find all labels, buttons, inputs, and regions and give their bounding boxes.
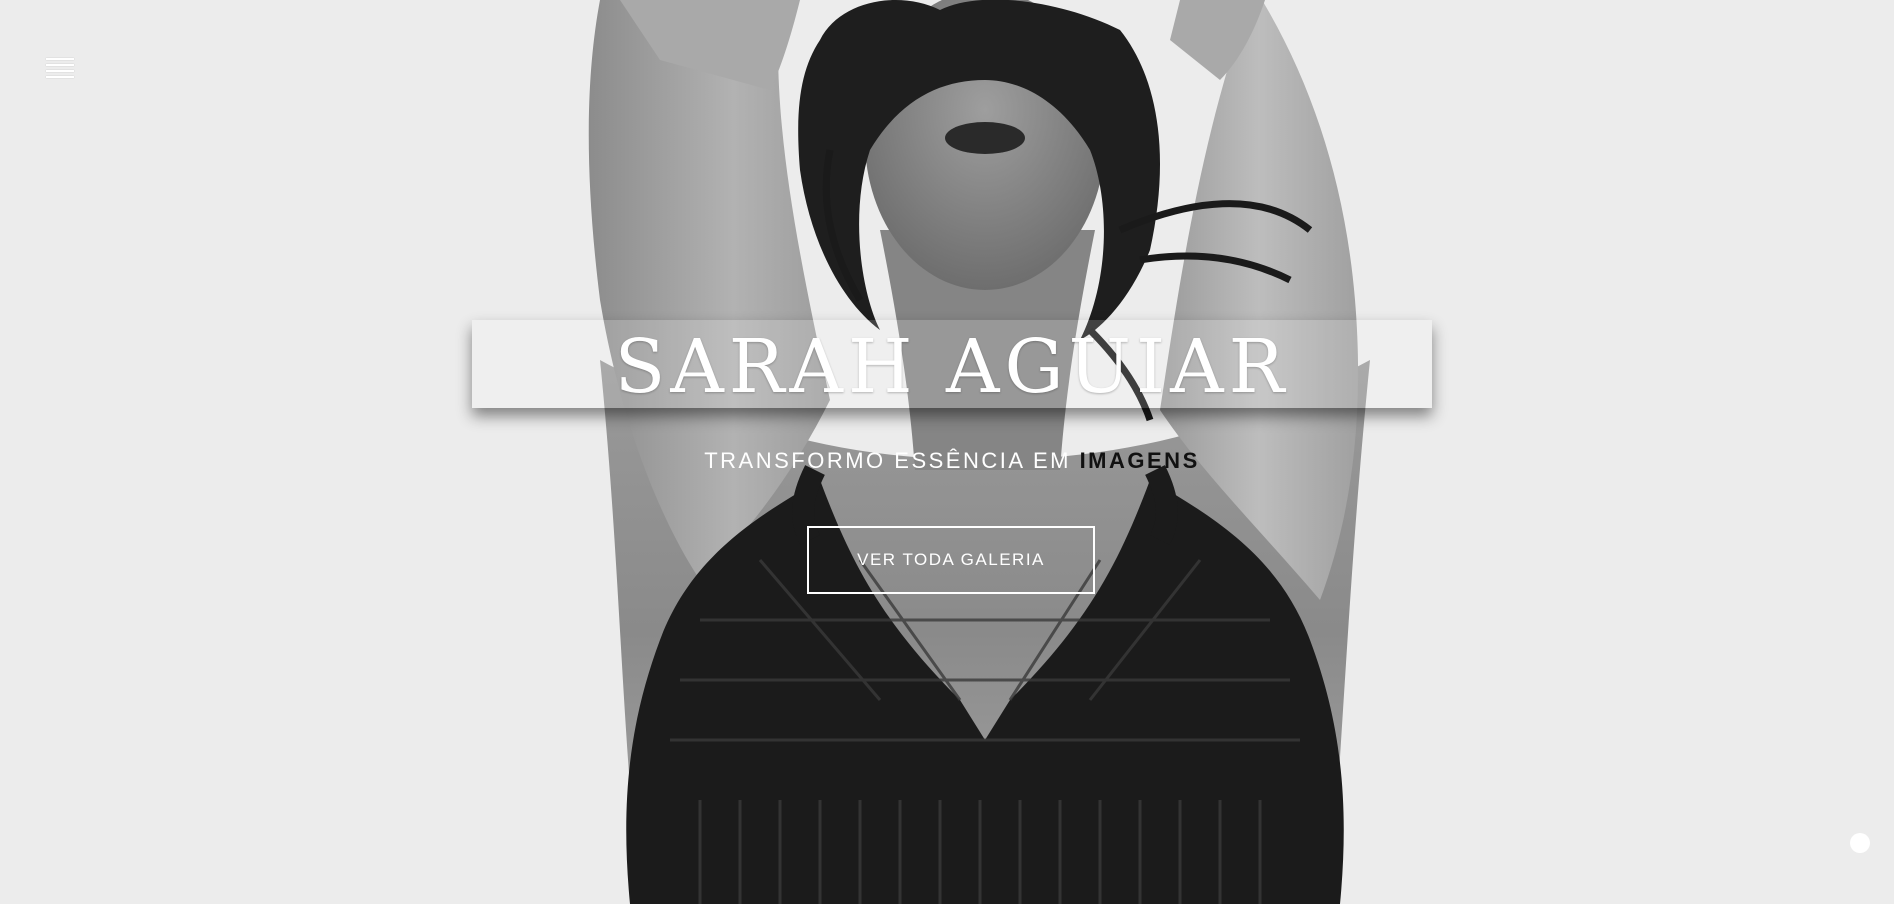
circle-dot-icon[interactable] — [1850, 833, 1870, 853]
tagline-main: TRANSFORMO ESSÊNCIA EM — [704, 448, 1080, 473]
lips-shape — [945, 122, 1025, 154]
menu-line — [46, 76, 74, 78]
site-title: SARAH AGUIAR — [614, 324, 1290, 410]
tagline: TRANSFORMO ESSÊNCIA EM IMAGENS — [0, 448, 1894, 474]
hamburger-menu-icon[interactable] — [46, 58, 74, 82]
menu-line — [46, 70, 74, 72]
menu-line — [46, 64, 74, 66]
title-banner: SARAH AGUIAR — [472, 320, 1432, 408]
tagline-accent: IMAGENS — [1079, 448, 1200, 473]
landing-page: SARAH AGUIAR TRANSFORMO ESSÊNCIA EM IMAG… — [0, 0, 1894, 904]
view-gallery-button[interactable]: VER TODA GALERIA — [807, 526, 1095, 594]
menu-line — [46, 58, 74, 60]
